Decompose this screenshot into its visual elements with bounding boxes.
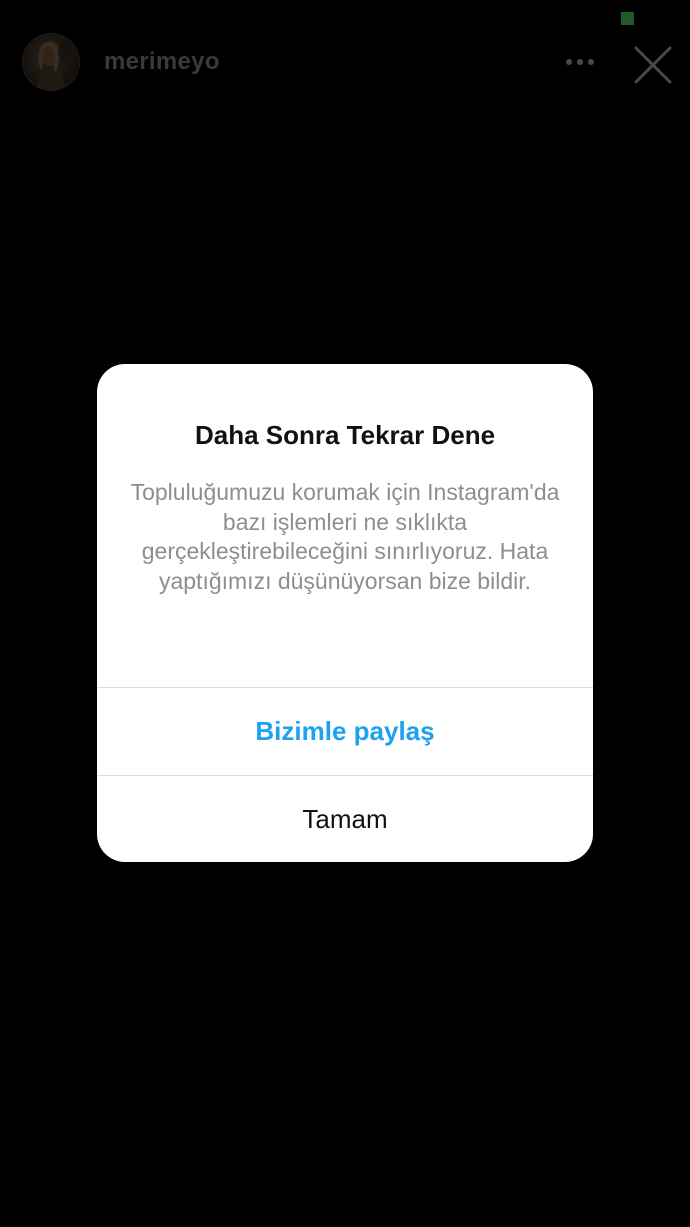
avatar[interactable] <box>22 33 80 91</box>
username[interactable]: merimeyo <box>104 48 220 76</box>
close-icon <box>634 46 672 84</box>
ok-button[interactable]: Tamam <box>97 776 593 862</box>
close-button[interactable] <box>630 42 676 88</box>
more-options-button[interactable] <box>558 44 602 80</box>
report-problem-button[interactable]: Bizimle paylaş <box>97 688 593 774</box>
dialog-title: Daha Sonra Tekrar Dene <box>194 420 496 450</box>
rate-limit-dialog: Daha Sonra Tekrar Dene Topluluğumuzu kor… <box>97 364 593 862</box>
profile-photo-icon <box>36 39 74 91</box>
more-horizontal-icon <box>566 59 594 65</box>
dialog-message: Topluluğumuzu korumak için Instagram'da … <box>130 479 560 594</box>
status-indicator <box>621 12 634 25</box>
story-header: merimeyo <box>0 30 690 96</box>
story-screen: merimeyo Daha Sonra Tekrar Dene Topluluğ… <box>0 0 690 1227</box>
